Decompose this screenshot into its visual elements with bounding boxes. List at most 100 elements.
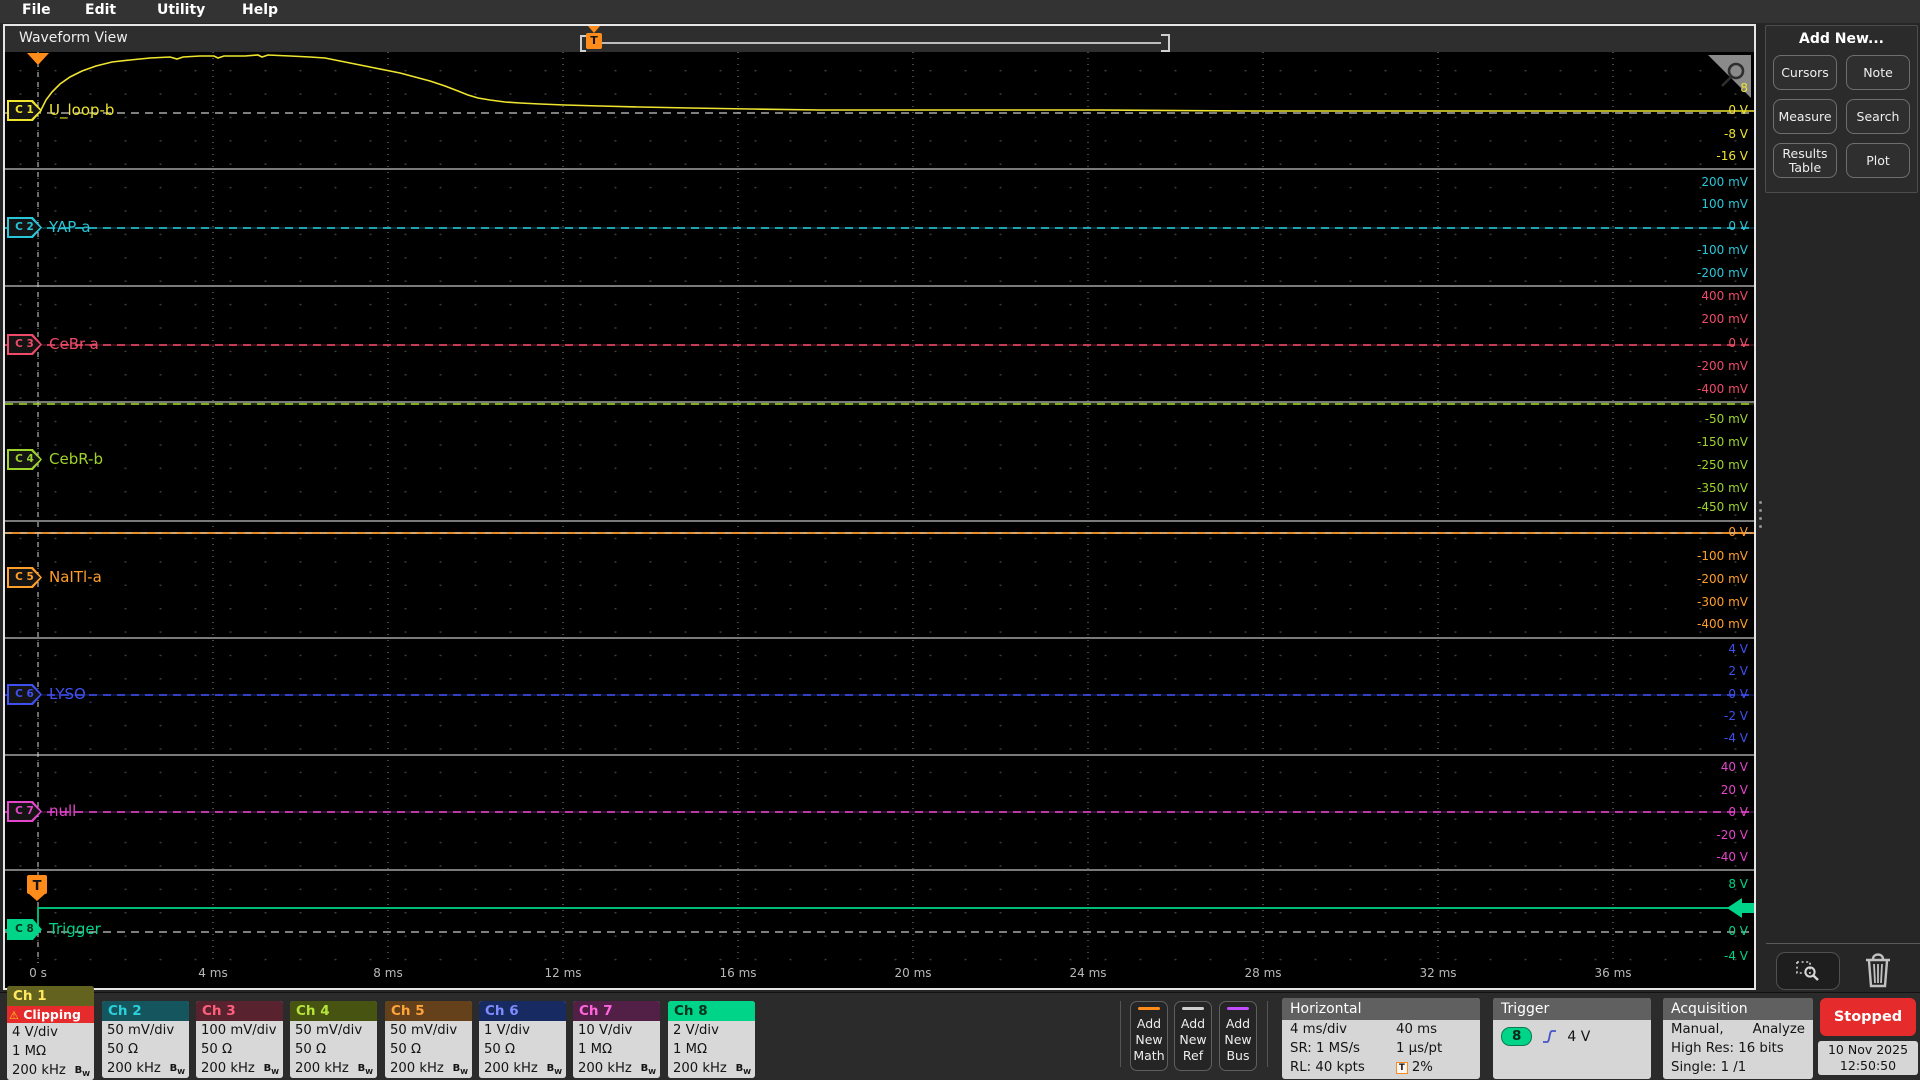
channel-settings-header: Ch 7 [573,1001,660,1021]
axis-label-c-3: 200 mV [1701,312,1748,326]
axis-label-c-1: -16 V [1716,149,1748,163]
axis-label-c-8: 8 V [1728,877,1748,891]
trash-button[interactable] [1858,950,1898,990]
channel-badge-label: C 4 [9,451,40,468]
channel-settings-row: 200 kHzBW [385,1059,472,1078]
channel-settings-row: 50 Ω [196,1040,283,1059]
menu-item-utility[interactable]: Utility [157,2,205,18]
record-end-bracket [1161,34,1170,52]
channel-settings-ch-7[interactable]: Ch 710 V/div1 MΩ200 kHzBW [573,1001,660,1078]
panel-splitter-handle[interactable] [1757,496,1763,528]
channel-settings-ch-6[interactable]: Ch 61 V/div50 Ω200 kHzBW [479,1001,566,1078]
trash-icon [1861,951,1895,989]
add-new-buttons: Cursors Note Measure Search Results Table Plo… [1766,55,1917,178]
channel-badge-c-4[interactable]: C 4 [7,449,42,470]
axis-label-c-2: -100 mV [1697,243,1748,257]
time-label: 12 ms [544,966,581,980]
channel-settings-row: 200 kHzBW [290,1059,377,1078]
channel-name-c-1[interactable]: U_loop-b [49,101,114,119]
axis-label-c-6: 4 V [1728,642,1748,656]
channel-badge-c-2[interactable]: C 2 [7,217,42,238]
bandwidth-limit-badge: BW [75,1061,90,1080]
horizontal-row: SR: 1 MS/s1 μs/pt [1282,1039,1480,1058]
time-label: 24 ms [1069,966,1106,980]
waveform-view-title: Waveform View [19,30,128,46]
time-label: 16 ms [719,966,756,980]
accent-strip [1138,1007,1160,1010]
channel-badge-label: C 2 [9,219,40,236]
channel-settings-header: Ch 3 [196,1001,283,1021]
axis-label-c-5: -300 mV [1697,595,1748,609]
time-label: 32 ms [1419,966,1456,980]
add-new-search-button[interactable]: Search [1846,99,1910,134]
time-label: 4 ms [198,966,227,980]
date-value: 10 Nov 2025 [1818,1042,1918,1058]
axis-label-c-6: 0 V [1728,687,1748,701]
channel-settings-row: 200 kHzBW [479,1059,566,1078]
oscilloscope-app: FileEditUtilityHelp Waveform View T T 80… [0,0,1920,1080]
channel-settings-row: 50 mV/div [385,1021,472,1040]
add-new-math-button[interactable]: AddNewMath [1130,1001,1168,1071]
axis-label-c-4: -250 mV [1697,458,1748,472]
trigger-panel[interactable]: Trigger 8 4 V [1493,998,1651,1079]
waveform-view-frame: Waveform View T T 80 V-8 V-16 VC 1U_loop… [3,24,1756,990]
channel-badge-c-1[interactable]: C 1 [7,100,42,121]
axis-label-c-5: -100 mV [1697,549,1748,563]
channel-settings-row: 1 MΩ [573,1040,660,1059]
zoom-region-button[interactable] [1776,952,1840,990]
channel-name-c-3[interactable]: CeBr-a [49,335,99,353]
add-new-note-button[interactable]: Note [1846,55,1910,90]
channel-settings-ch-4[interactable]: Ch 450 mV/div50 Ω200 kHzBW [290,1001,377,1078]
channel-name-c-4[interactable]: CebR-b [49,450,103,468]
bandwidth-limit-badge: BW [547,1059,562,1078]
channel-settings-header: Ch 5 [385,1001,472,1021]
horizontal-panel[interactable]: Horizontal 4 ms/div40 msSR: 1 MS/s1 μs/p… [1282,998,1480,1079]
trigger-position-flag[interactable]: T [586,33,602,49]
channel-name-c-6[interactable]: LYSO [49,685,86,703]
trigger-source-badge: 8 [1501,1027,1532,1046]
add-new-bus-button[interactable]: AddNewBus [1219,1001,1257,1071]
add-new-measure-button[interactable]: Measure [1773,99,1837,134]
channel-name-c-5[interactable]: NaITl-a [49,568,102,586]
channel-settings-ch-2[interactable]: Ch 250 mV/div50 Ω200 kHzBW [102,1001,189,1078]
channel-settings-ch-8[interactable]: Ch 82 V/div1 MΩ200 kHzBW [668,1001,755,1078]
run-stop-status-button[interactable]: Stopped [1820,998,1916,1036]
add-new-ref-button[interactable]: AddNewRef [1174,1001,1212,1071]
channel-settings-row: 200 kHzBW [668,1059,755,1078]
channel-badge-c-5[interactable]: C 5 [7,567,42,588]
channel-name-c-8[interactable]: Trigger [49,920,101,938]
add-new-results-table-button[interactable]: Results Table [1773,143,1837,178]
menu-item-help[interactable]: Help [242,2,278,18]
menu-item-edit[interactable]: Edit [85,2,116,18]
channel-settings-ch-3[interactable]: Ch 3100 mV/div50 Ω200 kHzBW [196,1001,283,1078]
channel-badge-c-6[interactable]: C 6 [7,684,42,705]
channel-settings-row: 50 mV/div [102,1021,189,1040]
acquisition-panel[interactable]: Acquisition Manual, Analyze High Res: 16… [1663,998,1813,1079]
axis-label-c-4: -50 mV [1705,412,1748,426]
channel-badge-label: C 7 [9,803,40,820]
channel-name-c-2[interactable]: YAP-a [49,218,91,236]
warning-icon: ⚠ [9,1009,19,1022]
channel-settings-ch-1[interactable]: Ch 1⚠ Clipping4 V/div1 MΩ200 kHzBW [7,986,94,1080]
channel-settings-row: 1 MΩ [7,1042,94,1061]
time-label: 28 ms [1244,966,1281,980]
waveform-grid[interactable]: T 80 V-8 V-16 VC 1U_loop-b200 mV100 mV0 … [5,52,1754,963]
channel-name-c-7[interactable]: null [49,802,76,820]
clipping-warning: ⚠ Clipping [7,1006,94,1023]
add-new-plot-button[interactable]: Plot [1846,143,1910,178]
channel-settings-ch-5[interactable]: Ch 550 mV/div50 Ω200 kHzBW [385,1001,472,1078]
add-new-cursors-button[interactable]: Cursors [1773,55,1837,90]
axis-label-c-4: -450 mV [1697,500,1748,514]
menu-item-file[interactable]: File [22,2,51,18]
grid-labels-layer: 80 V-8 V-16 VC 1U_loop-b200 mV100 mV0 V-… [5,52,1754,963]
channel-settings-header: Ch 8 [668,1001,755,1021]
channel-settings-header: Ch 2 [102,1001,189,1021]
trigger-position-pointer-icon [588,26,600,33]
channel-badge-c-7[interactable]: C 7 [7,801,42,822]
channel-badge-c-8[interactable]: C 8 [7,919,42,940]
axis-label-c-3: 0 V [1728,336,1748,350]
axis-label-c-2: -200 mV [1697,266,1748,280]
horizontal-position-indicator[interactable]: T [580,26,1170,52]
side-tools-divider [1766,943,1920,944]
channel-badge-c-3[interactable]: C 3 [7,334,42,355]
